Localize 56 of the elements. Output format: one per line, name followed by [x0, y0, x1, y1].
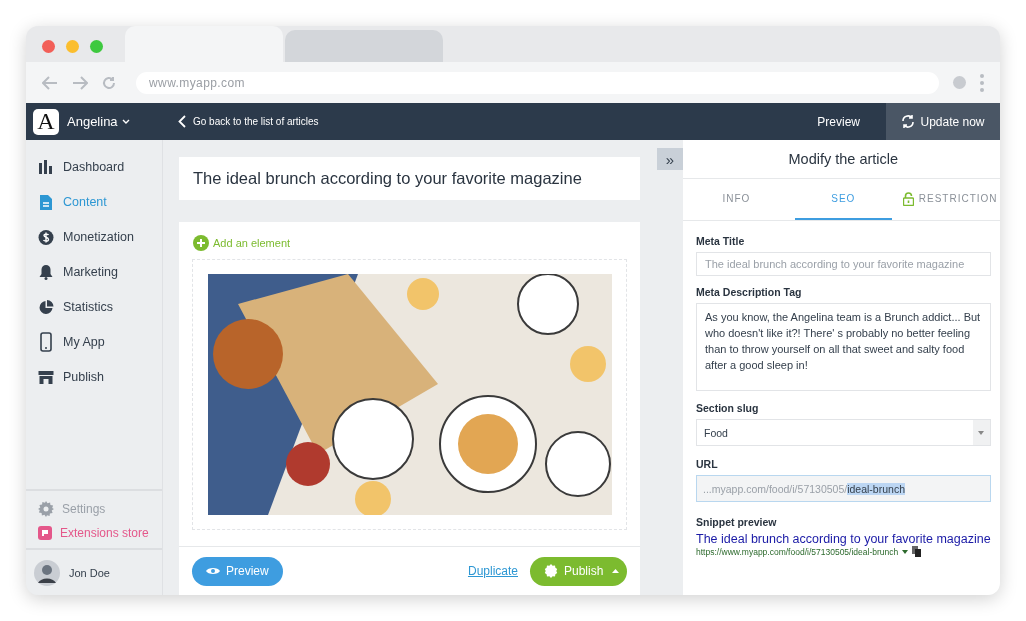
field-label: Meta Title: [696, 235, 746, 247]
field-label: Snippet preview: [696, 516, 778, 528]
back-link[interactable]: Go back to the list of articles: [178, 115, 319, 128]
avatar-icon: [34, 559, 60, 586]
maximize-dot[interactable]: [90, 39, 103, 53]
copy-icon[interactable]: [912, 546, 922, 557]
dollar-icon: [38, 229, 54, 245]
article-title-field[interactable]: The ideal brunch according to your favorite magazine: [179, 157, 640, 200]
sidebar-item[interactable]: Statistics: [26, 297, 162, 317]
plus-icon: [193, 235, 209, 251]
minimize-dot[interactable]: [66, 39, 79, 53]
meta-description-field[interactable]: As you know, the Angelina team is a Brunch addict... But who doesn't like it?! There' s probably no better feeling than to throw yourself on all that sweet and salty food after a good sleep in!: [696, 303, 991, 391]
caret-down-icon: [978, 430, 985, 435]
refresh-icon: [901, 114, 916, 129]
gear-icon: [38, 501, 54, 517]
sidebar-item[interactable]: My App: [26, 332, 162, 352]
sidebar-item[interactable]: Dashboard: [26, 157, 162, 177]
bell-icon: [38, 264, 54, 280]
panel-title: Modify the article: [683, 140, 1000, 179]
update-now-button[interactable]: Update now: [886, 103, 1000, 140]
reload-icon[interactable]: [102, 75, 116, 90]
badge-icon: [544, 564, 558, 578]
chevron-left-icon: [178, 115, 186, 128]
field-label: Meta Description Tag: [696, 286, 803, 298]
puzzle-flag-icon: [38, 526, 52, 540]
meta-title-field[interactable]: The ideal brunch according to your favorite magazine: [696, 252, 991, 276]
brand-logo: A: [33, 108, 59, 135]
preview-button[interactable]: Preview: [811, 113, 866, 130]
browser-tab[interactable]: [285, 30, 443, 62]
back-arrow-icon[interactable]: [42, 75, 58, 90]
field-label: Section slug: [696, 402, 760, 414]
user-name: Jon Doe: [69, 566, 110, 579]
field-label: URL: [696, 458, 719, 470]
smartphone-icon: [38, 332, 54, 352]
forward-arrow-icon[interactable]: [72, 75, 88, 90]
chevron-down-icon: [121, 119, 130, 124]
profile-dot-icon[interactable]: [953, 76, 966, 89]
lock-icon: [902, 191, 914, 206]
more-menu-icon[interactable]: [980, 73, 984, 92]
sidebar-item[interactable]: Monetization: [26, 227, 162, 247]
sidebar-item[interactable]: Publish: [26, 367, 162, 387]
caret-up-icon[interactable]: [612, 569, 619, 573]
close-dot[interactable]: [42, 39, 55, 53]
pie-chart-icon: [38, 299, 54, 315]
bar-chart-icon: [38, 160, 54, 174]
eye-icon: [206, 566, 220, 576]
collapse-panel-button[interactable]: »: [657, 148, 683, 170]
storefront-icon: [38, 370, 54, 384]
snippet-title: The ideal brunch according to your favorite magazine: [696, 532, 991, 546]
document-icon: [38, 194, 54, 210]
section-slug-select[interactable]: Food: [696, 419, 991, 446]
url-field[interactable]: ...myapp.com/food/i/57130505/ideal-brunch: [696, 475, 991, 502]
account-menu[interactable]: Angelina: [67, 114, 130, 129]
sidebar-item[interactable]: Marketing: [26, 262, 162, 282]
snippet-url: https://www.myapp.com/food/i/57130505/ideal-brunch: [696, 546, 899, 557]
caret-down-icon[interactable]: [902, 549, 909, 554]
